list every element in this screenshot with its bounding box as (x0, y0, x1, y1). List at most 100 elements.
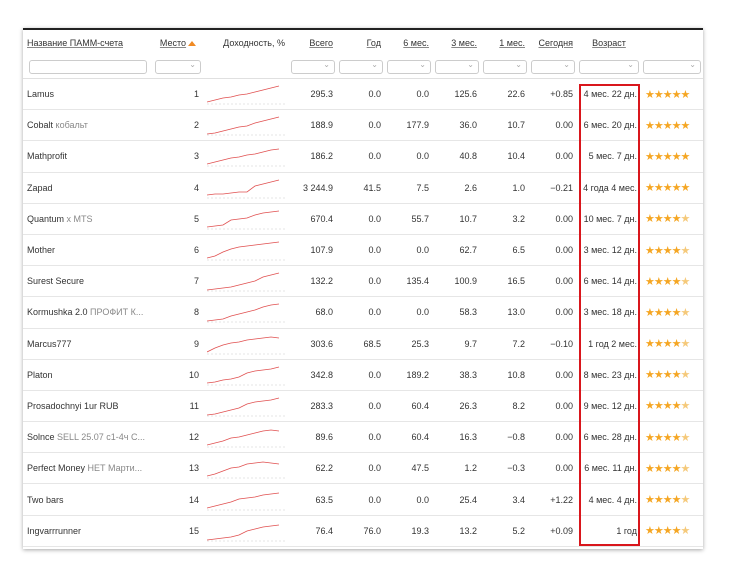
pamm-account-link[interactable]: Lamus (23, 78, 153, 111)
filter-1m[interactable]: ⌄ (481, 56, 529, 79)
header-total[interactable]: Всего (289, 30, 337, 56)
rating-stars: ★★★★★ (641, 172, 703, 204)
filter-total[interactable]: ⌄ (289, 56, 337, 79)
6m-cell: 177.9 (385, 109, 433, 142)
3m-cell: 9.7 (433, 328, 481, 360)
filter-age[interactable]: ⌄ (577, 56, 641, 79)
6m-cell: 0.0 (385, 483, 433, 516)
pamm-account-link[interactable]: Marcus777 (23, 328, 153, 360)
filter-rating[interactable]: ⌄ (641, 56, 703, 79)
place-cell: 14 (153, 483, 203, 516)
pamm-account-link[interactable]: Zapad (23, 172, 153, 204)
total-cell: 670.4 (289, 203, 337, 235)
1m-cell: 10.8 (481, 359, 529, 391)
total-cell: 188.9 (289, 109, 337, 142)
filter-3m[interactable]: ⌄ (433, 56, 481, 79)
sort-asc-icon (188, 41, 197, 47)
pamm-account-link[interactable]: Prosadochnyi 1ur RUB (23, 390, 153, 423)
rating-stars: ★★★★★ (641, 296, 703, 329)
star-icon: ★★★★★ (645, 182, 690, 195)
star-icon: ★★★★★ (645, 525, 690, 538)
1m-cell: 5.2 (481, 515, 529, 547)
pamm-account-link[interactable]: Quantum x MTS (23, 203, 153, 235)
filter-today[interactable]: ⌄ (529, 56, 577, 79)
place-cell: 11 (153, 390, 203, 423)
filter-6m[interactable]: ⌄ (385, 56, 433, 79)
chevron-down-icon: ⌄ (371, 60, 378, 69)
filter-year[interactable]: ⌄ (337, 56, 385, 79)
star-icon: ★★★★★ (645, 119, 690, 132)
rating-stars: ★★★★★ (641, 234, 703, 267)
pamm-account-link[interactable]: Cobalt кобальт (23, 109, 153, 142)
chevron-down-icon: ⌄ (419, 60, 426, 69)
header-1m[interactable]: 1 мес. (481, 30, 529, 56)
total-cell: 283.3 (289, 390, 337, 423)
1m-cell: 13.0 (481, 296, 529, 329)
chevron-down-icon: ⌄ (689, 60, 696, 69)
total-cell: 342.8 (289, 359, 337, 391)
header-6m[interactable]: 6 мес. (385, 30, 433, 56)
year-cell: 0.0 (337, 452, 385, 485)
star-icon: ★★★★★ (645, 462, 690, 475)
3m-cell: 13.2 (433, 515, 481, 547)
filter-name[interactable] (23, 56, 153, 79)
star-icon: ★★★★★ (645, 338, 690, 351)
6m-cell: 55.7 (385, 203, 433, 235)
year-cell: 68.5 (337, 328, 385, 360)
total-cell: 63.5 (289, 483, 337, 516)
chevron-down-icon: ⌄ (467, 60, 474, 69)
today-cell: −0.10 (529, 328, 577, 360)
total-cell: 303.6 (289, 328, 337, 360)
3m-cell: 58.3 (433, 296, 481, 329)
yield-sparkline (203, 421, 289, 454)
header-today[interactable]: Сегодня (529, 30, 577, 56)
place-cell: 2 (153, 109, 203, 142)
3m-cell: 36.0 (433, 109, 481, 142)
today-cell: 0.00 (529, 421, 577, 454)
pamm-account-link[interactable]: Platon (23, 359, 153, 391)
star-icon: ★★★★★ (645, 150, 690, 163)
year-cell: 76.0 (337, 515, 385, 547)
pamm-account-link[interactable]: Ingvarrrunner (23, 515, 153, 547)
yield-sparkline (203, 390, 289, 423)
header-3m[interactable]: 3 мес. (433, 30, 481, 56)
header-name[interactable]: Название ПАММ-счета (23, 30, 153, 56)
total-cell: 76.4 (289, 515, 337, 547)
rating-stars: ★★★★★ (641, 421, 703, 454)
yield-sparkline (203, 328, 289, 360)
place-cell: 12 (153, 421, 203, 454)
header-age[interactable]: Возраст (577, 30, 641, 56)
chevron-down-icon: ⌄ (627, 60, 634, 69)
1m-cell: 3.2 (481, 203, 529, 235)
year-cell: 41.5 (337, 172, 385, 204)
rating-stars: ★★★★★ (641, 390, 703, 423)
pamm-account-link[interactable]: Perfect Money НЕТ Марти... (23, 452, 153, 485)
filter-yield-empty (203, 56, 289, 79)
rating-stars: ★★★★★ (641, 452, 703, 485)
3m-cell: 125.6 (433, 78, 481, 111)
3m-cell: 26.3 (433, 390, 481, 423)
pamm-account-link[interactable]: Surest Secure (23, 265, 153, 298)
today-cell: −0.21 (529, 172, 577, 204)
yield-sparkline (203, 452, 289, 485)
place-cell: 1 (153, 78, 203, 111)
pamm-account-link[interactable]: Kormushka 2.0 ПРОФИТ К... (23, 296, 153, 329)
6m-cell: 0.0 (385, 140, 433, 173)
1m-cell: −0.3 (481, 452, 529, 485)
pamm-account-link[interactable]: Mathprofit (23, 140, 153, 173)
today-cell: 0.00 (529, 234, 577, 267)
6m-cell: 0.0 (385, 78, 433, 111)
rating-stars: ★★★★★ (641, 78, 703, 111)
today-cell: +1.22 (529, 483, 577, 516)
pamm-account-link[interactable]: Mother (23, 234, 153, 267)
header-place[interactable]: Место (153, 30, 203, 56)
filter-place[interactable]: ⌄ (153, 56, 203, 79)
star-icon: ★★★★★ (645, 213, 690, 226)
year-cell: 0.0 (337, 483, 385, 516)
3m-cell: 10.7 (433, 203, 481, 235)
pamm-account-link[interactable]: Two bars (23, 483, 153, 516)
star-icon: ★★★★★ (645, 494, 690, 507)
pamm-account-link[interactable]: Solnce SELL 25.07 c1-4ч C... (23, 421, 153, 454)
place-cell: 9 (153, 328, 203, 360)
header-year[interactable]: Год (337, 30, 385, 56)
